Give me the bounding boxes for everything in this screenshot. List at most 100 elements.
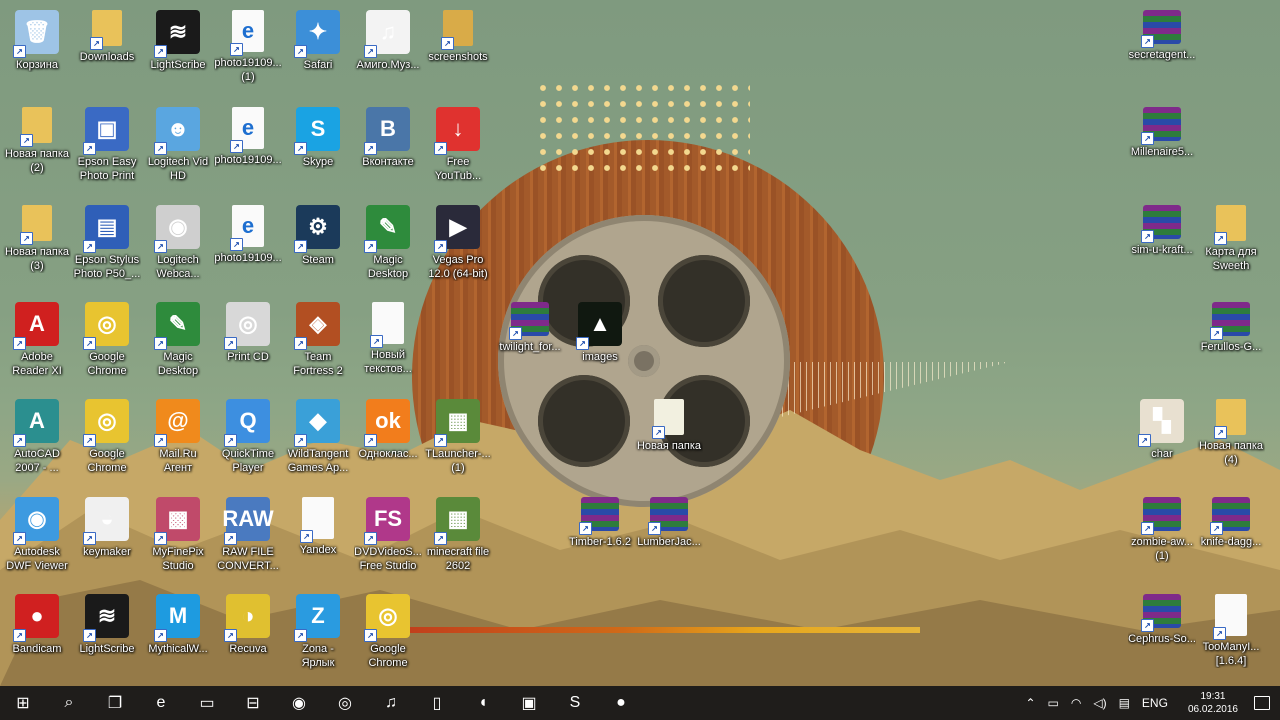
clock-time: 19:31 [1200, 691, 1226, 702]
desktop-icon-char[interactable]: ▚ ↗ char [1128, 393, 1196, 485]
desktop-icon-quicktime[interactable]: Q ↗ QuickTime Player [214, 393, 282, 485]
desktop-icon-toomanyi[interactable]: ↗ TooManyI... [1.6.4] [1197, 588, 1265, 680]
desktop-icon-recuva[interactable]: ◑ ↗ Recuva [214, 588, 282, 680]
desktop-icon-autodesk[interactable]: ◉ ↗ Autodesk DWF Viewer [3, 491, 71, 583]
desktop-icon-safari[interactable]: ✦ ↗ Safari [284, 4, 352, 96]
store-button[interactable]: ⊟ [230, 686, 276, 720]
skype-button[interactable]: S [552, 686, 598, 720]
desktop-icon-mythicalw[interactable]: M ↗ MythicalW... [144, 588, 212, 680]
desktop-icon-photo19109[interactable]: e ↗ photo19109... [214, 101, 282, 193]
desktop-icon-photo19109[interactable]: e ↗ photo19109... [214, 199, 282, 291]
desktop-icon-новая-папка[interactable]: ↗ Новая папка (2) [3, 101, 71, 193]
desktop-icon-minecraft-file[interactable]: ▦ ↗ minecraft file 2602 [424, 491, 492, 583]
desktop-icon-steam[interactable]: ⚙ ↗ Steam [284, 199, 352, 291]
desktop-icon-photo19109[interactable]: e ↗ photo19109... (1) [214, 4, 282, 96]
desktop-icon-yandex[interactable]: ↗ Yandex [284, 491, 352, 583]
desktop-icon-magic[interactable]: ✎ ↗ Magic Desktop [144, 296, 212, 388]
desktop-icon-vegas-pro[interactable]: ▶ ↗ Vegas Pro 12.0 (64-bit) [424, 199, 492, 291]
desktop-icon-images[interactable]: ▲ ↗ images [566, 296, 634, 388]
desktop-icon-корзина[interactable]: 🗑 ↗ Корзина [3, 4, 71, 96]
desktop-icon-millenaire5[interactable]: ↗ Millenaire5... [1128, 101, 1196, 193]
desktop-icon-zona[interactable]: Z ↗ Zona - Ярлык [284, 588, 352, 680]
desktop-icon-label: Корзина [16, 59, 58, 71]
desktop-icon-tlauncher[interactable]: ▦ ↗ TLauncher-... (1) [424, 393, 492, 485]
media-button[interactable]: ◖ [460, 686, 506, 720]
app-icon: ● ↗ [13, 594, 59, 642]
desktop-icon-новая-папка[interactable]: ↗ Новая папка (3) [3, 199, 71, 291]
archive-icon: ↗ [1210, 497, 1250, 535]
start-button[interactable]: ⊞ [0, 686, 46, 720]
desktop-icon-epson-easy[interactable]: ▣ ↗ Epson Easy Photo Print [73, 101, 141, 193]
shortcut-arrow-icon: ↗ [13, 337, 26, 350]
app-button-1[interactable]: ◉ [276, 686, 322, 720]
action-center-icon[interactable] [1254, 696, 1270, 710]
window-button[interactable]: ▣ [506, 686, 552, 720]
shortcut-arrow-icon: ↗ [154, 532, 167, 545]
language-indicator[interactable]: ENG [1142, 696, 1168, 710]
volume-icon[interactable]: ◁) [1093, 696, 1106, 710]
desktop-icon-bandicam[interactable]: ● ↗ Bandicam [3, 588, 71, 680]
desktop-icon-team[interactable]: ◈ ↗ Team Fortress 2 [284, 296, 352, 388]
desktop-icon-google[interactable]: ◎ ↗ Google Chrome [354, 588, 422, 680]
search-button[interactable]: ⌕ [46, 686, 92, 720]
amigo-music-button[interactable]: ♫ [368, 686, 414, 720]
desktop-icon-google[interactable]: ◎ ↗ Google Chrome [73, 296, 141, 388]
desktop-icon-lightscribe[interactable]: ≋ ↗ LightScribe [144, 4, 212, 96]
desktop-icon-myfinepix[interactable]: ▩ ↗ MyFinePix Studio [144, 491, 212, 583]
document-button[interactable]: ▯ [414, 686, 460, 720]
desktop-icon-новая-папка[interactable]: ↗ Новая папка (4) [1197, 393, 1265, 485]
desktop-icon-карта-для[interactable]: ↗ Карта для Sweeth [1197, 199, 1265, 291]
desktop-icon-zombie-aw[interactable]: ↗ zombie-aw... (1) [1128, 491, 1196, 583]
desktop-icon-label: images [582, 351, 618, 363]
chrome-button[interactable]: ◎ [322, 686, 368, 720]
bandicam-button[interactable]: ● [598, 686, 644, 720]
desktop-icon-raw-file[interactable]: RAW ↗ RAW FILE CONVERT... [214, 491, 282, 583]
clock[interactable]: 19:31 06.02.2016 [1182, 690, 1244, 716]
desktop-icon-skype[interactable]: S ↗ Skype [284, 101, 352, 193]
app-icon: Z ↗ [294, 594, 340, 642]
desktop-icon-ferullos-g[interactable]: ↗ Ferullos-G... [1197, 296, 1265, 388]
battery-icon[interactable]: ▭ [1048, 696, 1059, 710]
task-view-button[interactable]: ❐ [92, 686, 138, 720]
notes-icon[interactable]: ▤ [1119, 696, 1130, 710]
file-explorer-button[interactable]: ▭ [184, 686, 230, 720]
desktop-icon-cephrus-so[interactable]: ↗ Cephrus-So... [1128, 588, 1196, 680]
desktop-icon-вконтакте[interactable]: В ↗ Вконтакте [354, 101, 422, 193]
shortcut-arrow-icon: ↗ [83, 434, 96, 447]
desktop-icon-label: Новая папка [636, 440, 702, 452]
wallpaper-streak [380, 627, 920, 633]
desktop-icon-wildtangent[interactable]: ◆ ↗ WildTangent Games Ap... [284, 393, 352, 485]
desktop-icon-adobe[interactable]: A ↗ Adobe Reader XI [3, 296, 71, 388]
desktop-icon-twilight-for[interactable]: ↗ twilight_for... [496, 296, 564, 388]
tray-up-arrow-icon[interactable]: ⌃ [1025, 696, 1035, 710]
desktop-icon-новый[interactable]: ↗ Новый текстов... [354, 296, 422, 388]
desktop-icon-autocad[interactable]: A ↗ AutoCAD 2007 - ... [3, 393, 71, 485]
desktop-icon-lumberjac[interactable]: ↗ LumberJac... [635, 491, 703, 583]
edge-button[interactable]: e [138, 686, 184, 720]
desktop-icon-logitech[interactable]: ◉ ↗ Logitech Webca... [144, 199, 212, 291]
desktop-icon-timber-1-6-2[interactable]: ↗ Timber-1.6.2 [566, 491, 634, 583]
desktop-icon-secretagent[interactable]: ↗ secretagent... [1128, 4, 1196, 96]
desktop-icon-sim-u-kraft[interactable]: ↗ sim-u-kraft... [1128, 199, 1196, 291]
desktop-icon-print-cd[interactable]: ◎ ↗ Print CD [214, 296, 282, 388]
desktop-icon-одноклас[interactable]: ok ↗ Одноклас... [354, 393, 422, 485]
desktop-icon-mail-ru[interactable]: @ ↗ Mail.Ru Агент [144, 393, 212, 485]
desktop-icon-downloads[interactable]: ↗ Downloads [73, 4, 141, 96]
desktop-icon-screenshots[interactable]: ↗ screenshots [424, 4, 492, 96]
desktop-icon-logitech-vid[interactable]: ☻ ↗ Logitech Vid HD [144, 101, 212, 193]
desktop-icon-dvdvideos[interactable]: FS ↗ DVDVideoS... Free Studio [354, 491, 422, 583]
archive-icon: ↗ [509, 302, 549, 340]
desktop-icon-epson-stylus[interactable]: ▤ ↗ Epson Stylus Photo P50_... [73, 199, 141, 291]
desktop-icon-новая-папка[interactable]: ↗ Новая папка [635, 393, 703, 485]
taskbar: ⊞ ⌕ ❐ e ▭ ⊟ ◉ ◎ ♫ ▯ ◖ ▣ S ● ⌃ ▭ ◠ ◁) ▤ ENG 19:31 06.0… [0, 686, 1280, 720]
desktop-icon-keymaker[interactable]: ◒ ↗ keymaker [73, 491, 141, 583]
desktop-icon-lightscribe[interactable]: ≋ ↗ LightScribe [73, 588, 141, 680]
desktop-icon-knife-dagg[interactable]: ↗ knife-dagg... [1197, 491, 1265, 583]
desktop-icon-google[interactable]: ◎ ↗ Google Chrome [73, 393, 141, 485]
desktop-icon-амиго-муз[interactable]: ♫ ↗ Амиго.Муз... [354, 4, 422, 96]
desktop-icon-free[interactable]: ↓ ↗ Free YouTub... [424, 101, 492, 193]
wifi-icon[interactable]: ◠ [1071, 696, 1081, 710]
shortcut-arrow-icon: ↗ [154, 240, 167, 253]
desktop-icon-magic[interactable]: ✎ ↗ Magic Desktop [354, 199, 422, 291]
shortcut-arrow-icon: ↗ [154, 629, 167, 642]
